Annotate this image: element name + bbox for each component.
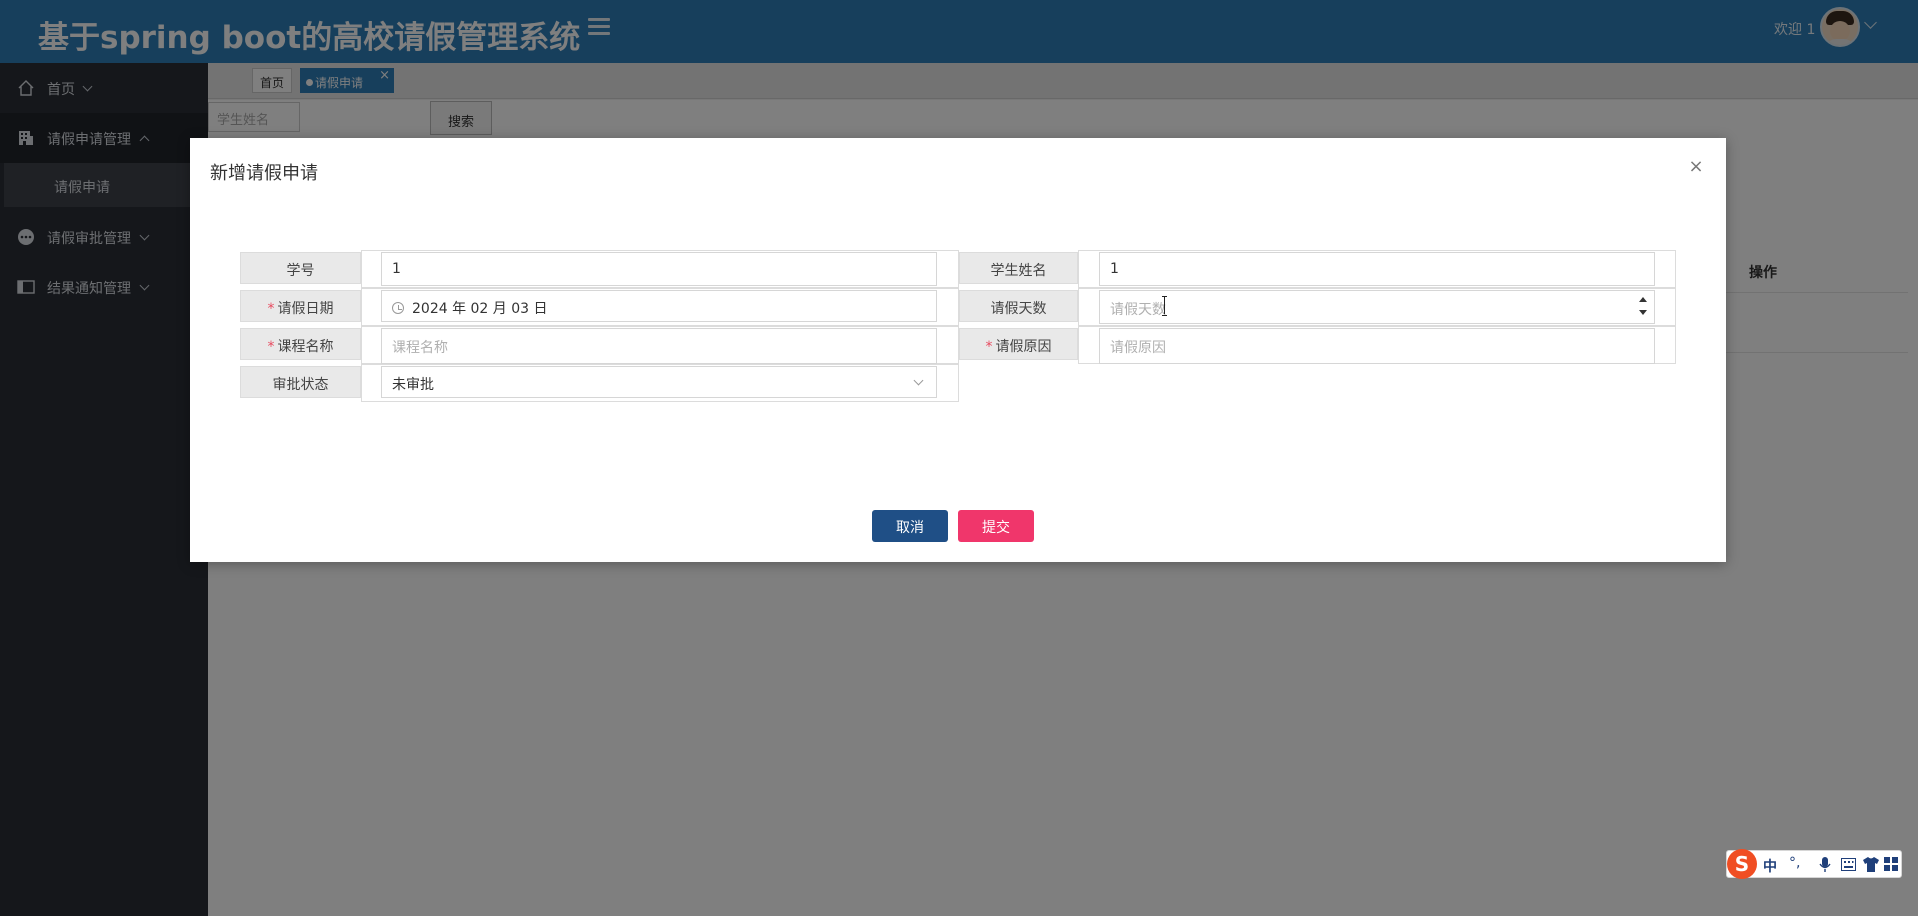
number-stepper[interactable] [1638, 294, 1648, 320]
leave-reason-input[interactable]: 请假原因 [1099, 328, 1655, 364]
leave-date-picker[interactable]: 2024 年 02 月 03 日 [381, 290, 937, 322]
leave-days-placeholder: 请假天数 [1110, 302, 1166, 318]
required-mark: * [267, 301, 275, 317]
chevron-down-icon [913, 375, 924, 386]
stepper-up-icon[interactable] [1639, 297, 1647, 302]
required-mark: * [985, 339, 993, 355]
cancel-button[interactable]: 取消 [872, 510, 948, 542]
ime-mode-toggle[interactable]: 中 [1763, 856, 1777, 876]
student-name-label: 学生姓名 [959, 252, 1078, 284]
add-leave-dialog: 新增请假申请 × 学号 1 学生姓名 1 * 请假日期 2024 年 02 月 0… [190, 138, 1726, 562]
leave-days-number-input[interactable]: 请假天数 [1099, 290, 1655, 324]
student-name-field[interactable]: 1 [1099, 252, 1655, 286]
student-id-label: 学号 [240, 252, 361, 284]
close-icon[interactable]: × [1686, 156, 1706, 177]
toolbox-grid-icon[interactable] [1884, 857, 1898, 871]
approval-status-value: 未审批 [392, 377, 434, 393]
required-mark: * [267, 339, 275, 355]
keyboard-icon[interactable] [1841, 858, 1856, 871]
course-name-input[interactable]: 课程名称 [381, 328, 937, 364]
sogou-logo-icon[interactable]: S [1727, 849, 1757, 879]
leave-reason-label-text: 请假原因 [995, 339, 1052, 355]
text-cursor-icon [1162, 296, 1168, 316]
approval-status-select[interactable]: 未审批 [381, 366, 937, 398]
course-name-label: * 课程名称 [240, 328, 361, 360]
leave-reason-label: * 请假原因 [959, 328, 1078, 360]
student-id-field[interactable]: 1 [381, 252, 937, 286]
course-name-label-text: 课程名称 [277, 339, 334, 355]
leave-date-label: * 请假日期 [240, 290, 361, 322]
leave-date-value: 2024 年 02 月 03 日 [412, 301, 548, 317]
leave-date-label-text: 请假日期 [277, 301, 334, 317]
ime-punctuation-toggle[interactable]: °, [1789, 855, 1800, 871]
submit-button[interactable]: 提交 [958, 510, 1034, 542]
stepper-down-icon[interactable] [1639, 310, 1647, 315]
microphone-icon[interactable] [1819, 857, 1831, 873]
leave-days-label: 请假天数 [959, 290, 1078, 322]
skin-shirt-icon[interactable] [1863, 857, 1879, 872]
ime-toolbar[interactable]: S 中 °, [1726, 849, 1902, 879]
dialog-title: 新增请假申请 [210, 163, 318, 184]
approval-status-label: 审批状态 [240, 366, 361, 398]
clock-icon [392, 302, 404, 314]
